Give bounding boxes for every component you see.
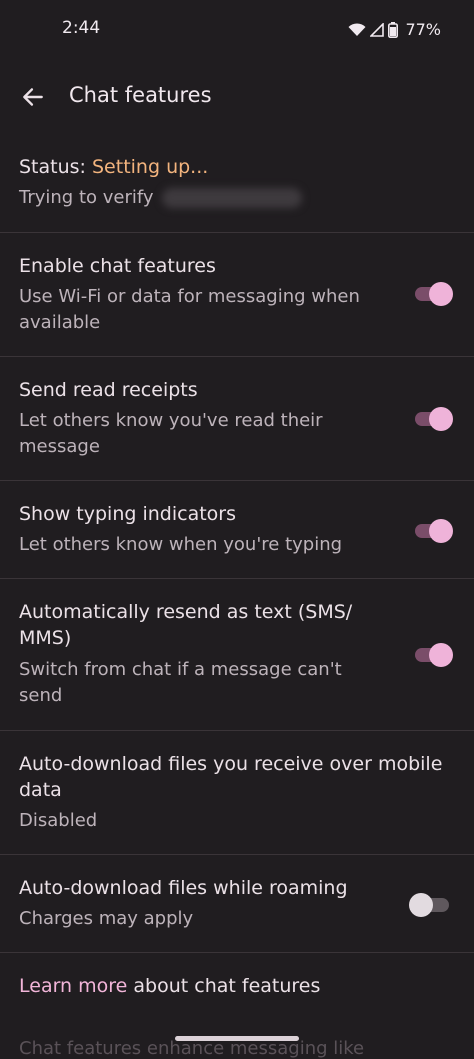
read-receipts-toggle[interactable] — [415, 407, 453, 431]
learn-more-rest: about chat features — [127, 975, 321, 997]
setting-subtitle-line-1: Charges may apply — [19, 908, 194, 929]
status-time: 2:44 — [62, 18, 101, 38]
enable-chat-toggle[interactable] — [415, 282, 453, 306]
battery-percent: 77% — [405, 20, 441, 39]
setting-title-line-2: data — [19, 779, 62, 801]
gesture-nav-handle[interactable] — [175, 1036, 299, 1041]
status-label: Status: — [19, 156, 86, 178]
toggle-knob — [429, 519, 453, 543]
battery-icon — [388, 21, 399, 38]
status-section: Status: Setting up... Trying to verify — [0, 140, 474, 232]
toggle-knob — [429, 282, 453, 306]
setting-subtitle-line-2: message — [19, 436, 100, 457]
system-icons: 77% — [348, 20, 441, 39]
setting-title-line-2: MMS) — [19, 627, 72, 649]
setting-subtitle-line-1: Use Wi-Fi or data for messaging when — [19, 286, 360, 307]
roaming-download-toggle[interactable] — [409, 893, 449, 917]
setting-read-receipts[interactable]: Send read receipts Let others know you'v… — [0, 356, 474, 481]
arrow-back-icon[interactable] — [20, 84, 46, 110]
toggle-knob — [409, 893, 433, 917]
setting-subtitle-line-1: Let others know you've read their — [19, 410, 323, 431]
auto-resend-toggle[interactable] — [415, 643, 453, 667]
setting-auto-resend[interactable]: Automatically resend as text (SMS/ MMS) … — [0, 578, 474, 731]
setting-title-line-1: Automatically resend as text (SMS/ — [19, 601, 353, 623]
typing-indicators-toggle[interactable] — [415, 519, 453, 543]
status-detail: Trying to verify — [19, 187, 154, 208]
setting-title: Auto-download files while roaming — [19, 877, 348, 899]
setting-title-line-1: Auto-download files you receive over mob… — [19, 753, 443, 775]
setting-subtitle-line-2: available — [19, 312, 101, 333]
learn-more-line: Learn more about chat features — [19, 973, 320, 999]
redacted-phone-number — [161, 188, 302, 208]
setting-subtitle-line-1: Switch from chat if a message can't — [19, 659, 342, 680]
faded-description: Chat features enhance messaging like — [19, 1038, 365, 1059]
status-line: Status: Setting up... — [19, 154, 208, 180]
setting-title: Enable chat features — [19, 255, 216, 277]
toggle-knob — [429, 407, 453, 431]
signal-icon — [370, 22, 385, 37]
toggle-knob — [429, 643, 453, 667]
status-detail-line: Trying to verify — [19, 185, 302, 211]
status-bar: 2:44 77% — [0, 0, 474, 60]
learn-more-section: Learn more about chat features — [0, 952, 474, 1033]
setting-title: Send read receipts — [19, 379, 198, 401]
setting-subtitle-line-1: Let others know when you're typing — [19, 534, 343, 555]
page-title: Chat features — [69, 83, 212, 107]
learn-more-link[interactable]: Learn more — [19, 975, 127, 997]
wifi-icon — [348, 22, 366, 36]
setting-title: Show typing indicators — [19, 503, 237, 525]
setting-auto-download-roaming[interactable]: Auto-download files while roaming Charge… — [0, 854, 474, 953]
setting-subtitle-line-1: Disabled — [19, 810, 98, 831]
setting-auto-download-mobile[interactable]: Auto-download files you receive over mob… — [0, 730, 474, 855]
setting-typing-indicators[interactable]: Show typing indicators Let others know w… — [0, 480, 474, 579]
app-bar: Chat features — [0, 70, 474, 126]
status-value: Setting up... — [92, 156, 209, 178]
setting-enable-chat[interactable]: Enable chat features Use Wi-Fi or data f… — [0, 232, 474, 357]
setting-subtitle-line-2: send — [19, 685, 63, 706]
